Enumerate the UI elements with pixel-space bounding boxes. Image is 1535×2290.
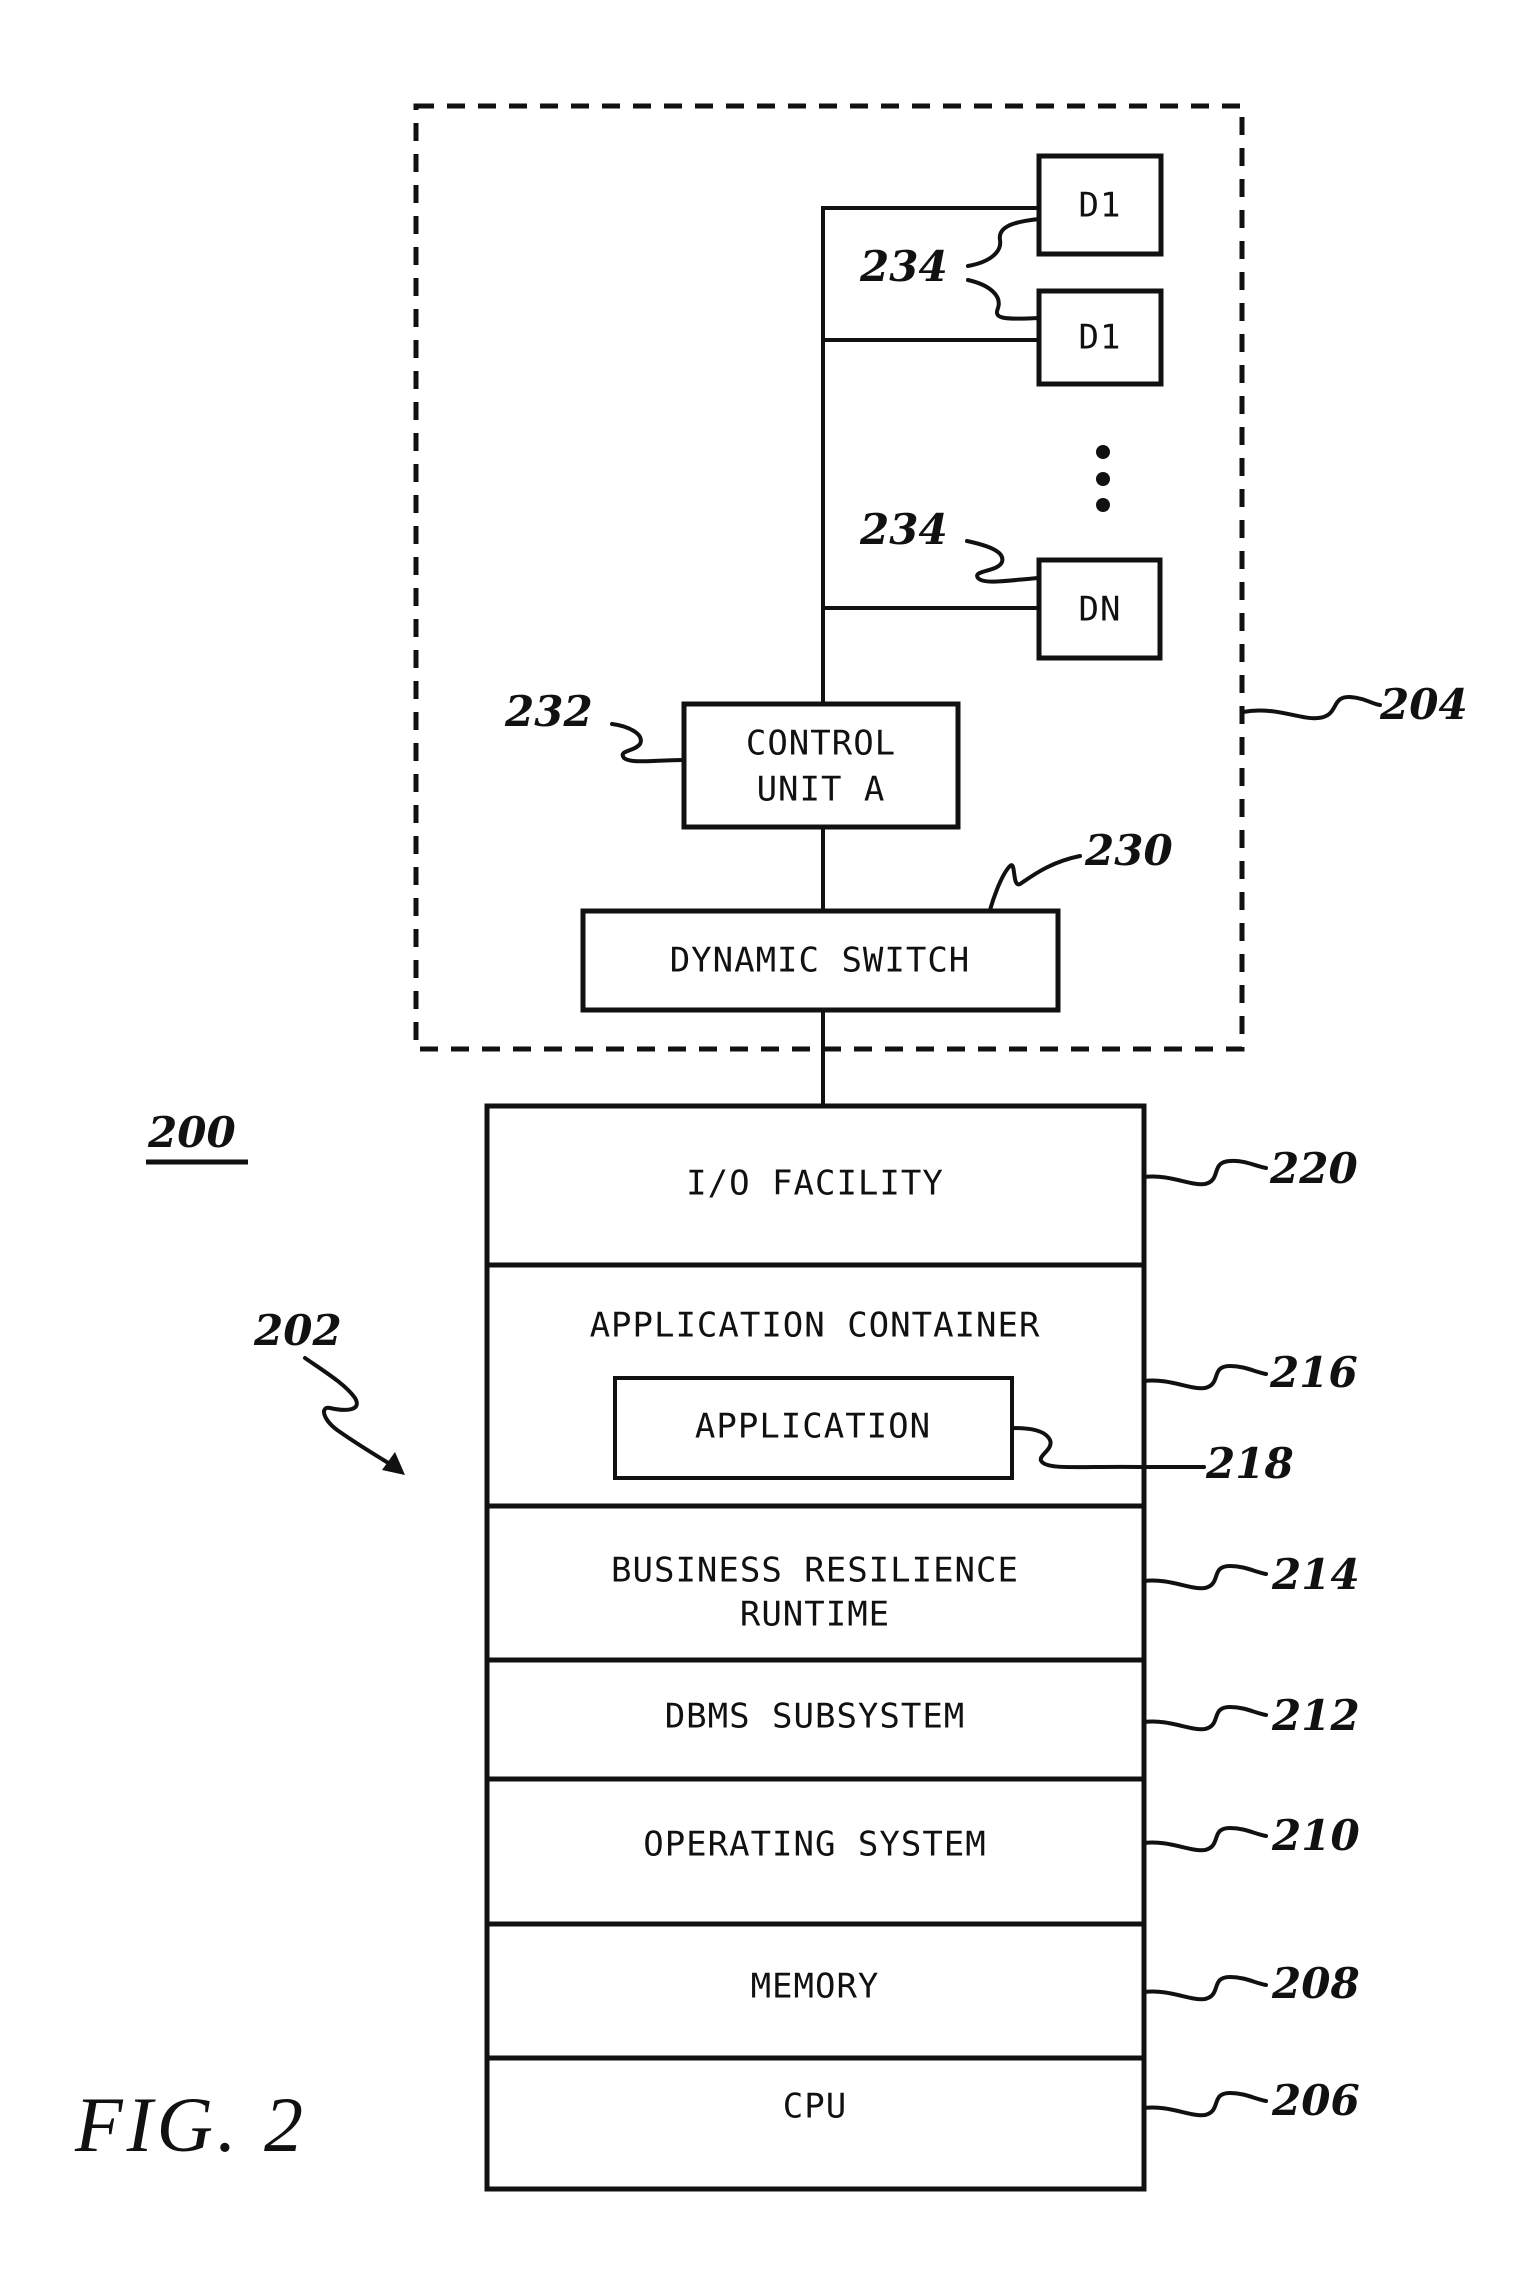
layer-operating-system: OPERATING SYSTEM — [643, 1825, 987, 1865]
ref-leader-210 — [1142, 1825, 1268, 1853]
ref-leader-208 — [1142, 1974, 1268, 2002]
application-label: APPLICATION — [695, 1407, 931, 1447]
computer-ref-arrow — [303, 1356, 402, 1472]
ref-label-204: 204 — [1379, 680, 1468, 729]
ref-leader-230 — [988, 854, 1082, 912]
ref-label-206: 206 — [1271, 2076, 1360, 2125]
ref-leader-234-d1-2 — [966, 278, 1041, 321]
system-ref-label: 200 — [147, 1108, 236, 1157]
ref-leader-220 — [1142, 1158, 1268, 1187]
ref-leader-232 — [610, 722, 686, 764]
ref-label-230: 230 — [1084, 826, 1173, 875]
layer-dbms-subsystem: DBMS SUBSYSTEM — [665, 1697, 966, 1737]
layer-memory: MEMORY — [751, 1967, 880, 2007]
ref-label-216: 216 — [1269, 1348, 1358, 1397]
ref-leader-212 — [1142, 1704, 1268, 1732]
layer-business-resilience: BUSINESS RESILIENCE — [611, 1551, 1019, 1591]
layer-io-facility: I/O FACILITY — [686, 1164, 944, 1204]
device-label: DN — [1079, 590, 1122, 630]
ref-leader-234-d1 — [966, 217, 1041, 268]
ref-label-208: 208 — [1271, 1959, 1360, 2008]
layer-application-container: APPLICATION CONTAINER — [590, 1306, 1041, 1346]
computer-stack — [484, 1103, 1147, 2192]
ref-label-232: 232 — [504, 687, 593, 736]
storage-subsystem-boundary — [413, 103, 1245, 1052]
control-unit-label-line2: UNIT A — [757, 770, 886, 810]
control-unit-label-line1: CONTROL — [746, 724, 896, 764]
device-label: D1 — [1079, 318, 1122, 358]
dynamic-switch-box: DYNAMIC SWITCH — [580, 908, 1061, 1013]
ref-leader-214 — [1142, 1563, 1268, 1591]
ref-leader-206 — [1142, 2090, 1268, 2118]
ref-leader-216 — [1142, 1363, 1268, 1391]
ref-leader-204 — [1241, 694, 1382, 721]
dynamic-switch-label: DYNAMIC SWITCH — [670, 941, 971, 981]
layer-cpu: CPU — [783, 2087, 847, 2127]
computer-ref-label: 202 — [253, 1306, 342, 1355]
figure-caption: FIG. 2 — [74, 2081, 307, 2168]
ref-leader-218 — [1010, 1426, 1206, 1470]
ref-label-218: 218 — [1205, 1439, 1294, 1488]
ref-label-234: 234 — [859, 242, 948, 291]
device-label: D1 — [1079, 186, 1122, 226]
ref-label-234-dn: 234 — [859, 505, 948, 554]
ellipsis-dots — [1096, 445, 1110, 512]
figure-canvas: 204 D1 D1 DN 234 234 CONTROL UNIT A 232 … — [74, 103, 1468, 2192]
device-box-dn: DN — [1036, 557, 1163, 661]
application-box: APPLICATION — [613, 1376, 1014, 1480]
ref-label-220: 220 — [1269, 1144, 1358, 1193]
ref-label-214: 214 — [1271, 1550, 1360, 1599]
ref-label-212: 212 — [1271, 1691, 1360, 1740]
device-box-d1-2: D1 — [1036, 288, 1164, 387]
ref-leader-234-dn — [965, 539, 1041, 584]
ref-label-210: 210 — [1271, 1811, 1360, 1860]
control-unit-box: CONTROL UNIT A — [681, 701, 961, 830]
layer-business-resilience-line2: RUNTIME — [740, 1595, 890, 1635]
device-box-d1: D1 — [1036, 153, 1164, 257]
